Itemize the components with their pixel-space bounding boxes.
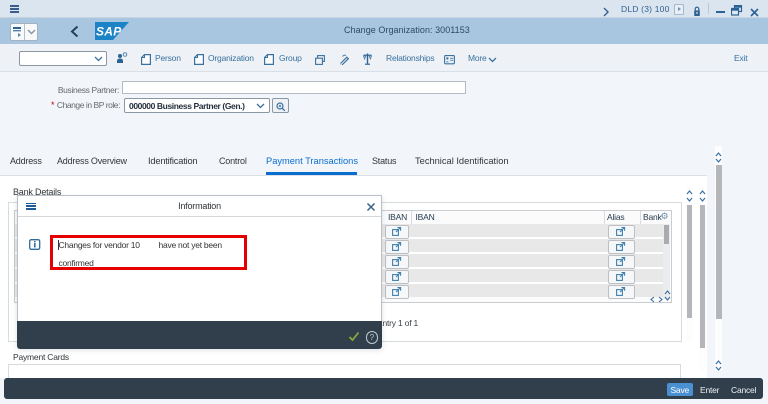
svg-text:SAP: SAP <box>96 25 122 39</box>
